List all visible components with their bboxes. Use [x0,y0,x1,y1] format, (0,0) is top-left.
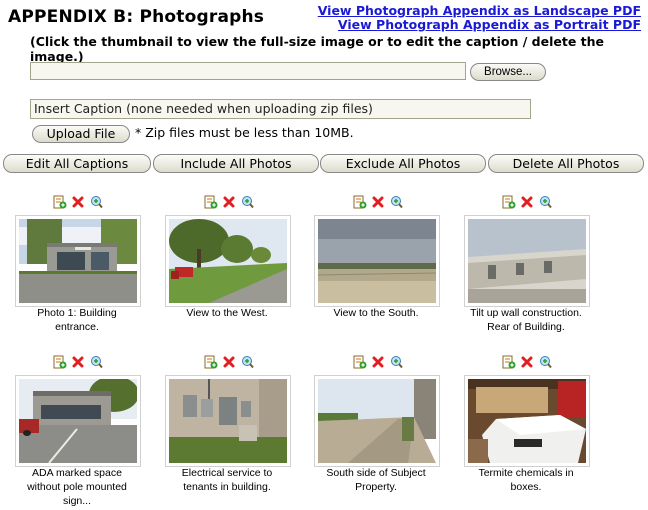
zoom-icon[interactable] [538,195,552,209]
delete-icon[interactable] [520,195,534,209]
zoom-icon[interactable] [538,355,552,369]
include-all-photos-button[interactable]: Include All Photos [153,154,319,173]
photo-8-icons [502,355,554,371]
photo-8-caption: Termite chemicals in boxes. [478,467,574,493]
zoom-icon[interactable] [89,195,103,209]
photo-4-thumbnail[interactable] [464,215,590,307]
photo-5-icons [53,355,105,371]
building-entrance-image [19,219,137,303]
caption-input[interactable]: Insert Caption (none needed when uploadi… [30,99,531,119]
delete-icon[interactable] [71,355,85,369]
photo-6-thumbnail[interactable] [165,375,291,467]
delete-icon[interactable] [71,195,85,209]
file-path-input[interactable] [30,62,466,80]
include-icon[interactable] [204,195,218,209]
photo-4-caption: Tilt up wall construction. Rear of Buildi… [470,307,582,333]
photo-6-caption: Electrical service to tenants in building… [181,467,273,493]
include-icon[interactable] [53,355,67,369]
zoom-icon[interactable] [240,195,254,209]
delete-icon[interactable] [371,195,385,209]
include-icon[interactable] [353,195,367,209]
photo-1-thumbnail[interactable] [15,215,141,307]
include-icon[interactable] [502,355,516,369]
instructions-text: (Click the thumbnail to view the full-si… [30,34,605,64]
include-icon[interactable] [204,355,218,369]
pdf-links: View Photograph Appendix as Landscape PD… [318,4,641,32]
photo-7-thumbnail[interactable] [314,375,440,467]
ada-space-image [19,379,137,463]
exclude-all-photos-button[interactable]: Exclude All Photos [320,154,486,173]
photo-5-thumbnail[interactable] [15,375,141,467]
browse-button[interactable]: Browse... [470,63,546,81]
zoom-icon[interactable] [389,195,403,209]
delete-icon[interactable] [222,355,236,369]
view-west-image [169,219,287,303]
photo-5-caption: ADA marked space without pole mounted sign… [27,467,127,507]
photo-6-icons [204,355,256,371]
photo-3-icons [353,195,405,211]
upload-file-button[interactable]: Upload File [32,125,130,143]
photo-1-icons [53,195,105,211]
photo-8-thumbnail[interactable] [464,375,590,467]
photo-3-caption: View to the South. [333,307,419,319]
zoom-icon[interactable] [389,355,403,369]
upload-note: * Zip files must be less than 10MB. [135,125,354,140]
photo-4-icons [502,195,554,211]
photo-2-icons [204,195,256,211]
photo-2-caption: View to the West. [186,307,268,319]
photo-1-caption: Photo 1: Building entrance. [37,307,117,333]
delete-icon[interactable] [222,195,236,209]
edit-all-captions-button[interactable]: Edit All Captions [3,154,151,173]
south-side-image [318,379,436,463]
include-icon[interactable] [502,195,516,209]
delete-icon[interactable] [520,355,534,369]
include-icon[interactable] [353,355,367,369]
tilt-up-wall-image [468,219,586,303]
photo-7-icons [353,355,405,371]
include-icon[interactable] [53,195,67,209]
view-south-image [318,219,436,303]
landscape-pdf-link[interactable]: View Photograph Appendix as Landscape PD… [318,4,641,18]
photo-2-thumbnail[interactable] [165,215,291,307]
zoom-icon[interactable] [240,355,254,369]
termite-chemicals-image [468,379,586,463]
electrical-service-image [169,379,287,463]
photo-3-thumbnail[interactable] [314,215,440,307]
photo-7-caption: South side of Subject Property. [326,467,426,493]
portrait-pdf-link[interactable]: View Photograph Appendix as Portrait PDF [318,18,641,32]
zoom-icon[interactable] [89,355,103,369]
delete-icon[interactable] [371,355,385,369]
delete-all-photos-button[interactable]: Delete All Photos [488,154,644,173]
page-title: APPENDIX B: Photographs [8,7,265,27]
